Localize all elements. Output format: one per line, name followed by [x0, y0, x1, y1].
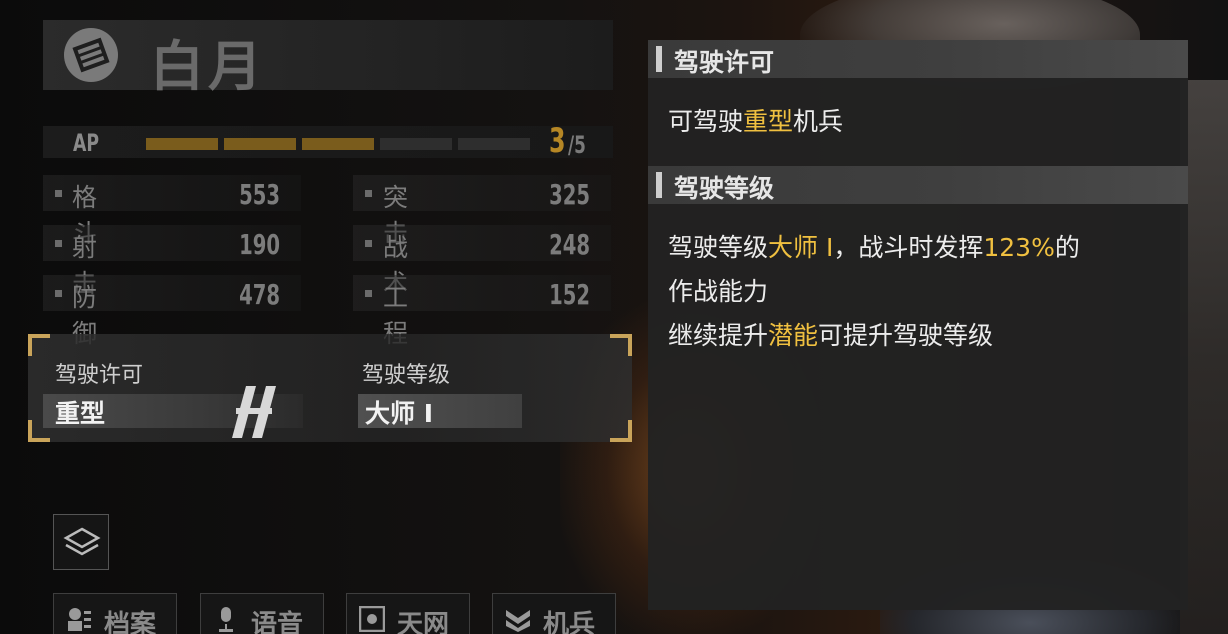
header-mark: [656, 46, 662, 72]
character-name: 白月: [150, 35, 266, 98]
text-segment: 继续提升: [668, 321, 769, 350]
tab-mech[interactable]: 机兵: [492, 593, 616, 634]
tab-label: 档案: [104, 610, 157, 634]
tab-label: 语音: [251, 610, 304, 634]
text-segment: ，战斗时发挥: [833, 233, 984, 262]
level-label: 驾驶等级: [362, 363, 451, 388]
header-mark: [656, 172, 662, 198]
text-segment: 的: [1054, 233, 1080, 262]
ap-max: /5: [568, 131, 586, 159]
stat-value: 553: [239, 178, 280, 211]
level-description-line3: 继续提升潜能可提升驾驶等级: [668, 314, 993, 358]
stat-value: 152: [549, 278, 590, 311]
slash-divider-icon: [232, 386, 276, 438]
license-description: 可驾驶重型机兵: [668, 100, 843, 144]
stat-value: 325: [549, 178, 590, 211]
ap-segment: [302, 138, 374, 150]
license-value: 重型: [55, 399, 106, 428]
ap-segment: [458, 138, 530, 150]
stat-bullet: [365, 290, 372, 297]
text-segment: 可驾驶: [668, 107, 744, 136]
layer-toggle-button[interactable]: [53, 514, 109, 570]
ap-current: 3: [549, 121, 566, 161]
level-value: 大师 I: [365, 399, 434, 428]
stat-value: 478: [239, 278, 280, 311]
mech-icon: [506, 610, 530, 632]
network-icon: [359, 606, 385, 632]
section-header-level: 驾驶等级: [648, 166, 1188, 204]
text-segment: 机兵: [793, 107, 844, 136]
layers-icon: [63, 527, 101, 556]
stat-value: 248: [549, 228, 590, 261]
stat-bullet: [365, 190, 372, 197]
tab-label: 机兵: [543, 610, 596, 634]
tab-network[interactable]: 天网: [346, 593, 470, 634]
stat-bullet: [365, 240, 372, 247]
stat-bullet: [55, 290, 62, 297]
section-title: 驾驶许可: [674, 48, 775, 77]
text-segment: 可提升驾驶等级: [818, 321, 994, 350]
profile-icon: [68, 608, 91, 631]
microphone-icon: [219, 607, 233, 632]
highlight-text: 大师 I: [768, 233, 834, 262]
tab-microphone[interactable]: 语音: [200, 593, 324, 634]
section-header-license: 驾驶许可: [648, 40, 1188, 78]
license-label: 驾驶许可: [55, 363, 144, 388]
faction-emblem-icon: [64, 28, 118, 82]
stat-bullet: [55, 240, 62, 247]
highlight-text: 重型: [743, 107, 794, 136]
level-description-line2: 作战能力: [668, 277, 769, 306]
tab-label: 天网: [397, 610, 450, 634]
corner-bracket: [610, 420, 632, 442]
corner-bracket: [28, 334, 50, 356]
level-description-line1: 驾驶等级大师 I，战斗时发挥123%的: [668, 226, 1080, 270]
highlight-text: 潜能: [768, 321, 819, 350]
highlight-text: 123%: [983, 233, 1055, 262]
stat-value: 190: [239, 228, 280, 261]
section-title: 驾驶等级: [674, 174, 775, 203]
stat-bullet: [55, 190, 62, 197]
name-bar: [43, 20, 613, 90]
ap-segment: [380, 138, 452, 150]
ap-segment: [224, 138, 296, 150]
corner-bracket: [610, 334, 632, 356]
text-segment: 驾驶等级: [668, 233, 769, 262]
ap-segment: [146, 138, 218, 150]
tab-profile[interactable]: 档案: [53, 593, 177, 634]
ap-label: AP: [73, 129, 100, 157]
